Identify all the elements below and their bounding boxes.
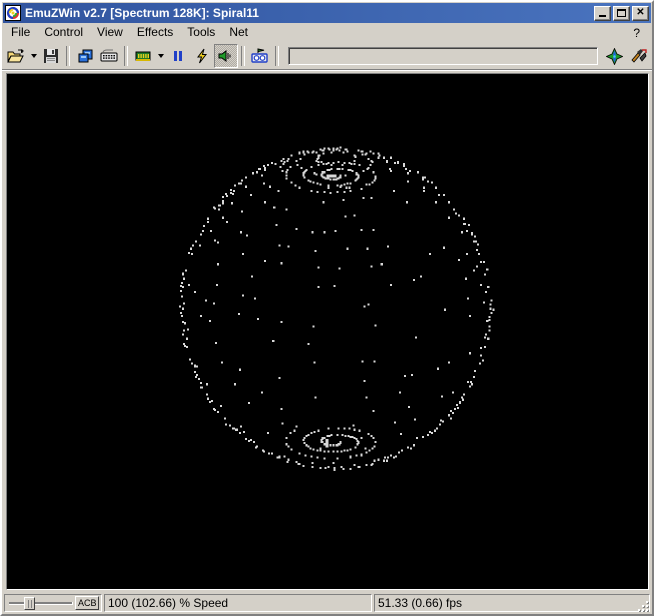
address-input[interactable] bbox=[288, 47, 598, 65]
maximize-icon bbox=[617, 9, 626, 17]
open-file-button[interactable] bbox=[4, 44, 28, 68]
toolbar-separator bbox=[124, 46, 128, 66]
menu-item-tools[interactable]: Tools bbox=[180, 24, 222, 41]
memory-button[interactable] bbox=[131, 44, 155, 68]
fps-text: 51.33 (0.66) fps bbox=[378, 595, 463, 610]
emulator-canvas[interactable] bbox=[7, 74, 648, 589]
volume-slider-groove bbox=[9, 601, 73, 605]
pause-button[interactable] bbox=[166, 44, 190, 68]
resize-grip[interactable] bbox=[636, 599, 648, 611]
snapshot-button[interactable] bbox=[73, 44, 97, 68]
speed-status: 100 (102.66) % Speed bbox=[104, 593, 372, 612]
volume-panel: ACB bbox=[4, 593, 102, 612]
maximize-button[interactable] bbox=[613, 5, 630, 21]
menu-item-net[interactable]: Net bbox=[222, 24, 255, 41]
navigator-button[interactable] bbox=[602, 44, 626, 68]
window-title: EmuZWin v2.7 [Spectrum 128K]: Spiral11 bbox=[25, 6, 259, 20]
toolbar-separator bbox=[275, 46, 279, 66]
fps-status: 51.33 (0.66) fps bbox=[374, 593, 650, 612]
app-window: EmuZWin v2.7 [Spectrum 128K]: Spiral11 ✕… bbox=[0, 0, 654, 616]
acb-button[interactable]: ACB bbox=[75, 595, 99, 610]
menu-item-effects[interactable]: Effects bbox=[130, 24, 180, 41]
menu-item-view[interactable]: View bbox=[90, 24, 130, 41]
save-file-button[interactable] bbox=[39, 44, 63, 68]
minimize-icon bbox=[599, 14, 606, 17]
volume-slider[interactable] bbox=[7, 596, 75, 610]
toolbar bbox=[2, 42, 652, 71]
close-button[interactable]: ✕ bbox=[632, 5, 649, 21]
emulator-display[interactable] bbox=[6, 73, 649, 590]
open-file-dropdown-arrow[interactable] bbox=[28, 44, 39, 68]
spiral-logo-icon bbox=[5, 5, 21, 21]
sound-button[interactable] bbox=[214, 44, 238, 68]
settings-button[interactable] bbox=[626, 44, 650, 68]
menu-item-control[interactable]: Control bbox=[37, 24, 90, 41]
status-bar: ACB 100 (102.66) % Speed 51.33 (0.66) fp… bbox=[2, 592, 652, 614]
menu-item-file[interactable]: File bbox=[4, 24, 37, 41]
title-bar: EmuZWin v2.7 [Spectrum 128K]: Spiral11 ✕ bbox=[3, 3, 651, 23]
minimize-button[interactable] bbox=[594, 5, 611, 21]
turbo-button[interactable] bbox=[190, 44, 214, 68]
toolbar-separator bbox=[66, 46, 70, 66]
tape-button[interactable] bbox=[248, 44, 272, 68]
toolbar-separator bbox=[241, 46, 245, 66]
memory-dropdown-arrow[interactable] bbox=[155, 44, 166, 68]
menu-bar: File Control View Effects Tools Net ? bbox=[2, 23, 652, 42]
menu-item-help[interactable]: ? bbox=[633, 26, 650, 40]
keyboard-button[interactable] bbox=[97, 44, 121, 68]
window-controls: ✕ bbox=[594, 5, 649, 21]
volume-slider-thumb[interactable] bbox=[24, 596, 35, 610]
close-icon: ✕ bbox=[636, 7, 645, 18]
